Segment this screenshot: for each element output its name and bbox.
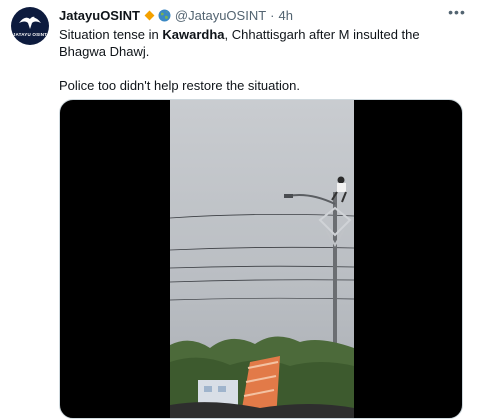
tweet-paragraph-2: Police too didn't help restore the situa… [59, 78, 300, 93]
avatar-logo-text: JATAYU OSINT [12, 32, 48, 37]
tweet-paragraph-1: Situation tense in Kawardha, Chhattisgar… [59, 26, 454, 60]
tweet-header: JatayuOSINT @JatayuOSINT · 4h [59, 6, 293, 24]
video-frame[interactable] [170, 100, 354, 418]
video-still-image [170, 100, 354, 418]
display-name[interactable]: JatayuOSINT [59, 8, 140, 23]
eagle-logo-icon [19, 16, 41, 29]
diamond-badge-icon [144, 10, 155, 20]
text-part-1: Situation tense in [59, 27, 163, 42]
tweet[interactable]: JATAYU OSINT JatayuOSINT @JatayuOSINT · … [0, 0, 480, 419]
tweet-text: Situation tense in Kawardha, Chhattisgar… [59, 26, 454, 94]
handle[interactable]: @JatayuOSINT [175, 8, 266, 23]
globe-icon [158, 9, 171, 22]
more-horizontal-icon[interactable]: ••• [448, 4, 466, 20]
avatar[interactable]: JATAYU OSINT [11, 7, 49, 45]
place-name-bold: Kawardha [162, 27, 225, 42]
timestamp[interactable]: 4h [279, 8, 293, 23]
video-media[interactable] [59, 99, 463, 419]
separator-dot: · [270, 7, 275, 23]
